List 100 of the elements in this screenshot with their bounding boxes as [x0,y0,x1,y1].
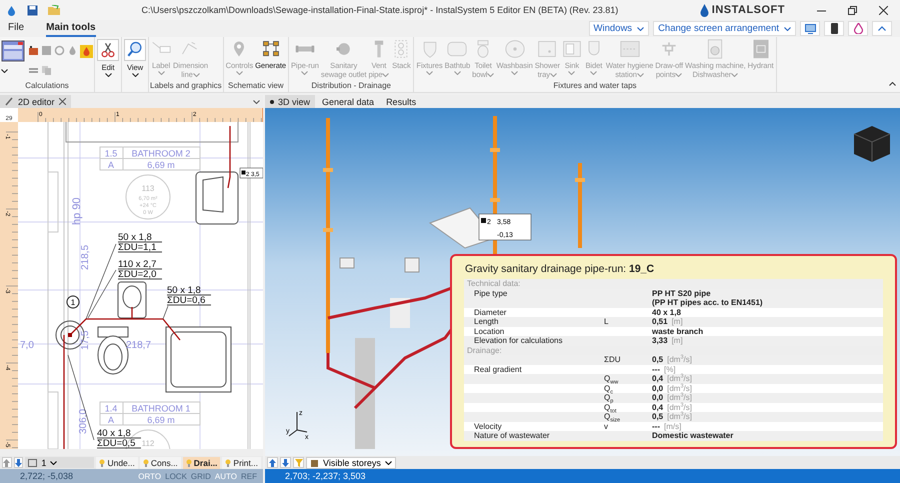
heater-icon[interactable] [28,44,39,56]
property-value: 0,4 [652,402,664,412]
property-value: 0,51 [652,317,668,326]
collapse-button[interactable] [872,21,892,36]
unit-text: [m] [672,336,683,345]
dimension-text: 218,7 [126,340,152,351]
property-symbol: L [604,317,610,326]
layer-dropdown[interactable]: 1 [25,457,94,468]
drop-icon [854,23,862,34]
room-label: 1.5 BATHROOM 2 A 6,69 m [100,146,200,170]
hydrant-icon [750,39,771,59]
chevron-up-icon [889,82,896,86]
mode-toggle[interactable]: AUTO [214,472,237,480]
mode-toggle[interactable]: ORTO [138,472,162,480]
layer-tab[interactable]: Drai... [182,456,220,468]
unit-text: [dm$^{3}$/s] [667,374,692,383]
property-label: Diameter [474,308,508,317]
bathtub-icon [447,39,468,59]
sink-icon [562,39,582,59]
folder-icon[interactable] [48,4,60,16]
mode-toggle[interactable]: REF [241,472,257,480]
pipe-label: 50 x 1,8 ΣDU=0,6 [166,285,212,306]
bulb-icon [186,458,192,466]
logo-text: INSTALSOFT [712,4,785,16]
property-symbol: v [604,422,609,431]
washbasin-icon [504,39,525,59]
caret-icon [158,71,164,75]
caret-icon [382,73,390,77]
caret-icon [192,73,200,77]
property-value: Domestic wastewater [652,431,734,440]
phone-icon [830,23,838,34]
property-symbol: Q$_{ww}$ [604,374,620,384]
layer-tab[interactable]: Unde... [96,456,138,468]
drop-button[interactable] [848,21,868,36]
schematic-icon [260,39,281,59]
restore-icon[interactable] [848,6,857,14]
caret-icon [104,73,112,77]
bulb-icon [225,458,232,466]
unit-text: [dm$^{3}$/s] [667,393,692,402]
property-value: waste branch [652,326,704,336]
view-tab[interactable]: General data [317,95,380,108]
unit-text: [dm$^{3}$/s] [667,355,692,364]
storeys-dropdown[interactable]: Visible storeys [306,456,396,468]
property-label: Nature of wastewater [474,431,551,440]
drop-icon [700,4,709,16]
layer-tab[interactable]: Print... [222,456,261,468]
property-label: Real gradient [474,364,523,374]
caret-icon [637,26,644,30]
flame-icon[interactable] [80,44,93,58]
down-button[interactable] [280,457,291,468]
property-label: Elevation for calculations [474,336,564,346]
pipe-label: 110 x 2,7 ΣDU=2,0 [118,259,162,280]
dimension-text: hp 90 [71,197,83,225]
property-symbol: ΣDU [604,355,622,364]
up-button[interactable] [267,457,278,468]
save-icon[interactable] [27,4,38,16]
pencil-icon [5,97,14,106]
dimension-text: 306,0 [78,408,89,434]
toilet-drawing [98,326,128,374]
group-label: Labels and graphics [150,81,222,92]
calculator-icon[interactable] [1,39,25,63]
phone-button[interactable] [824,21,844,36]
hygiene-station-icon [620,39,640,59]
coordinates-text: 2,703; -2,237; 3,503 [285,471,366,481]
menu-tab[interactable]: File [8,20,24,37]
view-tab[interactable]: Results [381,95,422,108]
caret-icon [590,71,598,75]
mode-toggle[interactable]: GRID [190,472,211,480]
property-symbol: Q$_{size}$ [604,412,622,422]
chevron-up-icon [878,26,886,31]
monitor-button[interactable] [800,21,820,36]
property-value: 0,5 [652,355,664,364]
caret-icon [50,460,58,464]
unit-text: [dm$^{3}$/s] [667,402,692,412]
windows-dropdown[interactable]: Windows [588,21,650,36]
caret-icon [384,460,392,464]
arrangement-dropdown[interactable]: Change screen arrangement [653,21,796,36]
coordinates-text: 2,722; -5,038 [20,471,74,481]
unit-text: [dm$^{3}$/s] [667,412,692,421]
washbasin-drawing [196,172,238,224]
group-label: Distribution - Drainage [310,81,392,92]
dimension-text: 218,5 [80,244,91,270]
caret-icon [132,73,138,77]
arrow-down-icon [282,458,289,466]
up-button[interactable] [2,457,12,468]
layer-tab[interactable]: Cons... [140,456,181,468]
mode-toggle[interactable]: LOCK [165,472,187,480]
caret-icon [636,73,644,77]
caret-icon[interactable] [253,100,260,104]
property-symbol: Q$_{c}$ [604,384,614,393]
close-icon[interactable] [879,6,888,14]
down-button[interactable] [14,457,24,468]
property-label: Pipe type [474,288,508,300]
editor-tab[interactable]: 2D editor [0,95,71,108]
property-label: Length [474,317,500,326]
caret-icon [568,71,576,75]
property-value: 0,5 [652,412,664,421]
view-tab[interactable]: 3D view [265,95,316,108]
unit-text: [m/s] [664,422,682,430]
close-icon[interactable] [58,98,66,105]
